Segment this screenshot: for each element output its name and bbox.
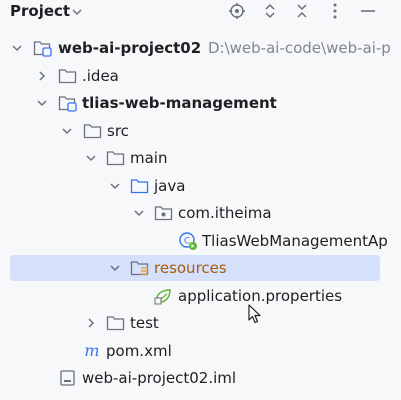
folder-icon [58,63,78,89]
module-file-icon [58,365,78,391]
chevron-down-icon[interactable] [108,173,122,199]
tree-node-idea[interactable]: .idea [0,63,401,89]
tree-node-root-project[interactable]: web-ai-project02 D:\web-ai-code\web-ai-p [0,35,401,61]
chevron-down-icon[interactable] [60,118,74,144]
tree-node-label: TliasWebManagementAp [202,232,388,250]
chevron-down-icon[interactable] [108,255,122,281]
tree-node-label: web-ai-project02 [58,39,202,57]
tree-node-main[interactable]: main [0,145,401,171]
folder-icon [83,118,103,144]
tree-node-label: java [154,177,186,195]
tree-node-module[interactable]: tlias-web-management [0,90,401,116]
tree-node-application-class[interactable]: C TliasWebManagementAp [0,228,401,254]
chevron-down-icon[interactable] [10,35,24,61]
tree-node-label: resources [154,259,227,277]
tree-node-iml[interactable]: web-ai-project02.iml [0,365,401,391]
project-tree: web-ai-project02 D:\web-ai-code\web-ai-p… [0,0,401,400]
tree-node-java[interactable]: java [0,173,401,199]
chevron-right-icon[interactable] [35,63,49,89]
spring-properties-icon [154,283,174,309]
tree-node-label: .idea [82,67,119,85]
chevron-down-icon[interactable] [84,145,98,171]
tree-node-label: test [130,314,159,332]
chevron-right-icon[interactable] [84,310,98,336]
tree-node-package[interactable]: com.itheima [0,200,401,226]
package-icon [154,200,174,226]
resources-folder-icon [130,255,150,281]
spring-boot-class-icon: C [178,228,198,254]
chevron-down-icon[interactable] [132,200,146,226]
folder-icon [106,310,126,336]
maven-icon: m [82,338,102,364]
tree-node-src[interactable]: src [0,118,401,144]
tree-node-label: tlias-web-management [82,94,277,112]
module-folder-icon [58,90,78,116]
chevron-down-icon[interactable] [35,90,49,116]
tree-node-label: src [107,122,129,140]
tree-node-path: D:\web-ai-code\web-ai-p [208,39,391,57]
tree-node-label: web-ai-project02.iml [82,369,237,387]
tree-node-label: com.itheima [178,204,272,222]
tree-node-test[interactable]: test [0,310,401,336]
tree-node-label: main [130,149,168,167]
source-folder-icon [130,173,150,199]
tree-node-pom[interactable]: m pom.xml [0,338,401,364]
module-folder-icon [33,35,53,61]
tree-node-label: pom.xml [106,342,172,360]
svg-text:m: m [84,342,99,360]
tree-node-resources[interactable]: resources [10,255,380,281]
mouse-cursor-icon [248,304,262,328]
tree-node-properties-file[interactable]: application.properties [0,283,401,309]
folder-icon [106,145,126,171]
